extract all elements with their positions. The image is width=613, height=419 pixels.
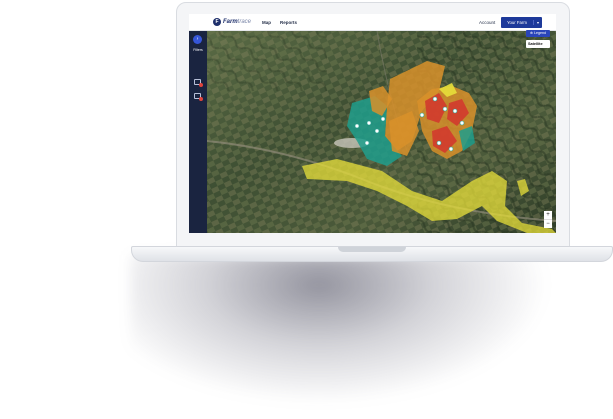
legend-button[interactable]: ⊕ Legend: [526, 30, 550, 37]
laptop-notch: [338, 247, 406, 252]
app-logo[interactable]: F Farmtrace: [213, 18, 251, 26]
map-marker[interactable]: [452, 108, 458, 114]
your-farm-label: Your Farm: [507, 20, 527, 25]
filters-sidebar: › Filters: [189, 31, 207, 233]
logo-name-light: trace: [237, 19, 252, 25]
map-marker[interactable]: [374, 128, 380, 134]
your-farm-button[interactable]: Your Farm ▾: [501, 17, 542, 28]
map-marker[interactable]: [380, 116, 386, 122]
filter-badge: [199, 83, 203, 87]
logo-text: Farmtrace: [223, 19, 251, 25]
layers-filter-icon[interactable]: [194, 93, 203, 101]
filters-label: Filters: [193, 48, 203, 52]
zoom-in-button[interactable]: +: [544, 211, 552, 220]
hills-texture: [207, 31, 327, 91]
account-link[interactable]: Account: [479, 20, 495, 25]
nav-map-link[interactable]: Map: [262, 20, 271, 25]
logo-name-bold: Farm: [223, 19, 238, 25]
map-marker[interactable]: [364, 140, 370, 146]
laptop-shadow: [130, 255, 550, 405]
map-marker[interactable]: [442, 106, 448, 112]
map-marker[interactable]: [354, 123, 360, 129]
map-marker[interactable]: [436, 140, 442, 146]
filter-badge: [199, 97, 203, 101]
app-screen: F Farmtrace Map Reports Account Your Far…: [189, 14, 556, 233]
map-marker[interactable]: [459, 120, 465, 126]
logo-mark-icon: F: [213, 18, 221, 26]
map-layer-select[interactable]: Satellite: [526, 40, 550, 48]
map-marker[interactable]: [366, 120, 372, 126]
map-marker[interactable]: [419, 112, 425, 118]
map-marker[interactable]: [432, 96, 438, 102]
top-navbar: F Farmtrace Map Reports Account Your Far…: [189, 14, 556, 31]
calendar-filter-icon[interactable]: [194, 79, 203, 87]
sidebar-toggle-button[interactable]: ›: [193, 35, 202, 44]
zoom-out-button[interactable]: −: [544, 220, 552, 228]
chevron-down-icon[interactable]: ▾: [533, 20, 542, 25]
map-marker[interactable]: [448, 146, 454, 152]
nav-reports-link[interactable]: Reports: [280, 20, 297, 25]
satellite-map[interactable]: [207, 31, 556, 233]
